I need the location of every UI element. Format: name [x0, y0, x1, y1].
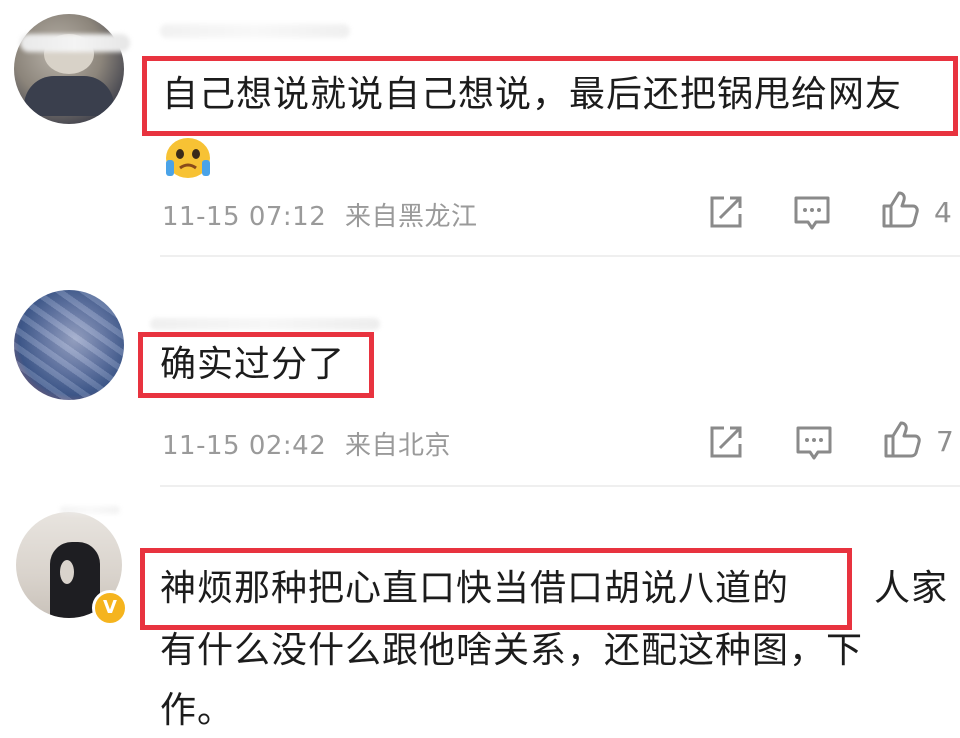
- comment-text-highlighted: 神烦那种把心直口快当借口胡说八道的: [160, 568, 790, 609]
- username-redacted: [60, 506, 120, 514]
- comment-text-line2: 有什么没什么跟他啥关系，还配这种图，下: [160, 630, 864, 671]
- comment-3: V 神烦那种把心直口快当借口胡说八道的 人家 有什么没什么跟他啥关系，还配这种图…: [0, 0, 960, 737]
- comment-text-rest: 人家: [874, 568, 949, 609]
- comment-text-line3: 作。: [160, 690, 235, 731]
- verified-badge: V: [92, 590, 128, 626]
